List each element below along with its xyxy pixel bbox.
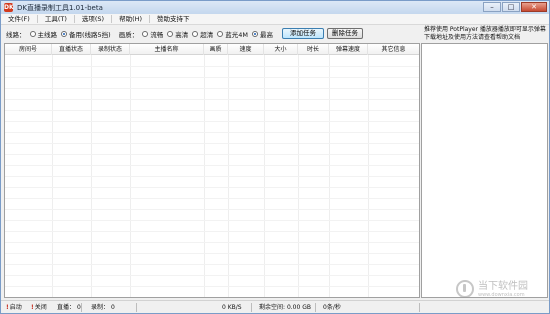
radio-dot bbox=[167, 31, 174, 37]
radio-label: 高清 bbox=[175, 31, 189, 39]
table-row-line bbox=[5, 132, 419, 133]
status-bar: !启动 !关闭 直播： 0 录制： 0 0 KB/S 剩余空间: 0.00 GB… bbox=[1, 300, 549, 313]
table-row-line bbox=[5, 264, 419, 265]
watermark: 当下软件园 www.downxia.com bbox=[456, 279, 546, 299]
close-button[interactable]: ✕ bbox=[521, 2, 547, 12]
menu-help[interactable]: 帮助(H) bbox=[112, 14, 149, 25]
watermark-cn: 当下软件园 bbox=[478, 280, 528, 292]
radio-quality-highest[interactable]: 最高 bbox=[251, 29, 273, 39]
column-header-quality[interactable]: 画质 bbox=[204, 44, 228, 55]
column-header-room[interactable]: 房间号 bbox=[5, 44, 52, 55]
radio-quality-bluray[interactable]: 蓝光4M bbox=[217, 29, 248, 39]
window-title: DK直播录制工具1.01-beta bbox=[17, 3, 103, 12]
menu-bar: 文件(F) 工具(T) 选项(S) 帮助(H) 赞助支持下 bbox=[1, 14, 549, 25]
menu-tools[interactable]: 工具(T) bbox=[38, 14, 74, 25]
menu-file[interactable]: 文件(F) bbox=[1, 14, 37, 25]
table-row-line bbox=[5, 187, 419, 188]
maximize-button[interactable]: □ bbox=[502, 2, 520, 12]
table-header: 房间号 直播状态 录制状态 主播名称 画质 速度 大小 时长 弹幕速度 其它信息 bbox=[5, 44, 419, 55]
radio-dot bbox=[142, 31, 149, 37]
table-row-line bbox=[5, 275, 419, 276]
status-separator bbox=[251, 303, 252, 312]
add-task-button[interactable]: 添加任务 bbox=[282, 28, 324, 39]
radio-label: 最高 bbox=[259, 31, 273, 39]
radio-backup-line[interactable]: 备用(线路5挡) bbox=[61, 29, 111, 39]
flag-icon: ! bbox=[31, 304, 34, 311]
table-row-line bbox=[5, 286, 419, 287]
radio-label: 蓝光4M bbox=[225, 31, 248, 39]
record-count: 录制： 0 bbox=[91, 304, 115, 311]
radio-label: 备用(线路5挡) bbox=[69, 31, 111, 39]
column-header-danmaku-speed[interactable]: 弹幕速度 bbox=[329, 44, 368, 55]
app-icon: DK bbox=[4, 3, 14, 12]
column-header-anchor[interactable]: 主播名称 bbox=[130, 44, 204, 55]
radio-label: 流畅 bbox=[150, 31, 164, 39]
radio-dot-selected bbox=[61, 31, 67, 37]
status-separator bbox=[81, 303, 82, 312]
start-button[interactable]: !启动 bbox=[6, 301, 22, 314]
radio-quality-superhd[interactable]: 超清 bbox=[192, 29, 213, 39]
free-disk-space: 剩余空间: 0.00 GB bbox=[259, 304, 311, 311]
menu-options[interactable]: 选项(S) bbox=[75, 14, 111, 25]
table-row-line bbox=[5, 110, 419, 111]
column-header-record-status[interactable]: 录制状态 bbox=[91, 44, 130, 55]
table-row-line bbox=[5, 88, 419, 89]
column-header-live-status[interactable]: 直播状态 bbox=[52, 44, 91, 55]
radio-main-line[interactable]: 主线路 bbox=[29, 29, 58, 39]
table-row-line bbox=[5, 176, 419, 177]
table-row-line bbox=[5, 77, 419, 78]
column-header-other[interactable]: 其它信息 bbox=[368, 44, 419, 55]
table-row-line bbox=[5, 154, 419, 155]
table-row-line bbox=[5, 143, 419, 144]
flag-icon: ! bbox=[6, 304, 9, 311]
table-row-line bbox=[5, 253, 419, 254]
column-header-duration[interactable]: 时长 bbox=[298, 44, 329, 55]
table-row-line bbox=[5, 209, 419, 210]
live-count: 直播： 0 bbox=[57, 304, 81, 311]
window-controls: – □ ✕ bbox=[483, 2, 547, 12]
radio-quality-smooth[interactable]: 流畅 bbox=[142, 29, 163, 39]
danmaku-rate: 0条/秒 bbox=[323, 304, 341, 311]
radio-dot bbox=[192, 31, 199, 37]
status-separator bbox=[136, 303, 137, 312]
table-row-line bbox=[5, 198, 419, 199]
column-header-speed[interactable]: 速度 bbox=[228, 44, 264, 55]
status-separator bbox=[315, 303, 316, 312]
column-header-size[interactable]: 大小 bbox=[264, 44, 298, 55]
radio-quality-hd[interactable]: 高清 bbox=[167, 29, 188, 39]
watermark-logo-icon bbox=[456, 280, 474, 298]
watermark-en: www.downxia.com bbox=[478, 291, 525, 298]
radio-dot bbox=[217, 31, 224, 37]
table-row-line bbox=[5, 242, 419, 243]
radio-label: 超清 bbox=[200, 31, 214, 39]
close-task-button[interactable]: !关闭 bbox=[31, 301, 47, 314]
line-label: 线路： bbox=[6, 31, 26, 39]
table-row-line bbox=[5, 121, 419, 122]
table-row-line bbox=[5, 220, 419, 221]
status-separator bbox=[419, 303, 420, 312]
radio-dot bbox=[29, 31, 36, 37]
title-bar[interactable]: DK DK直播录制工具1.01-beta – □ ✕ bbox=[1, 1, 549, 14]
table-row-line bbox=[5, 297, 419, 298]
delete-task-button[interactable]: 删除任务 bbox=[327, 28, 363, 39]
minimize-button[interactable]: – bbox=[483, 2, 501, 12]
quality-label: 画质： bbox=[118, 31, 139, 39]
radio-dot-selected bbox=[251, 31, 258, 37]
table-row-line bbox=[5, 99, 419, 100]
table-row-line bbox=[5, 66, 419, 67]
main-window: DK DK直播录制工具1.01-beta – □ ✕ 文件(F) 工具(T) 选… bbox=[0, 0, 550, 314]
table-row-line bbox=[5, 165, 419, 166]
download-speed: 0 KB/S bbox=[222, 304, 242, 311]
side-panel bbox=[421, 43, 548, 298]
table-row-line bbox=[5, 231, 419, 232]
task-table[interactable]: 房间号 直播状态 录制状态 主播名称 画质 速度 大小 时长 弹幕速度 其它信息 bbox=[4, 43, 420, 298]
menu-sponsor[interactable]: 赞助支持下 bbox=[150, 14, 197, 25]
radio-label: 主线路 bbox=[37, 31, 58, 39]
